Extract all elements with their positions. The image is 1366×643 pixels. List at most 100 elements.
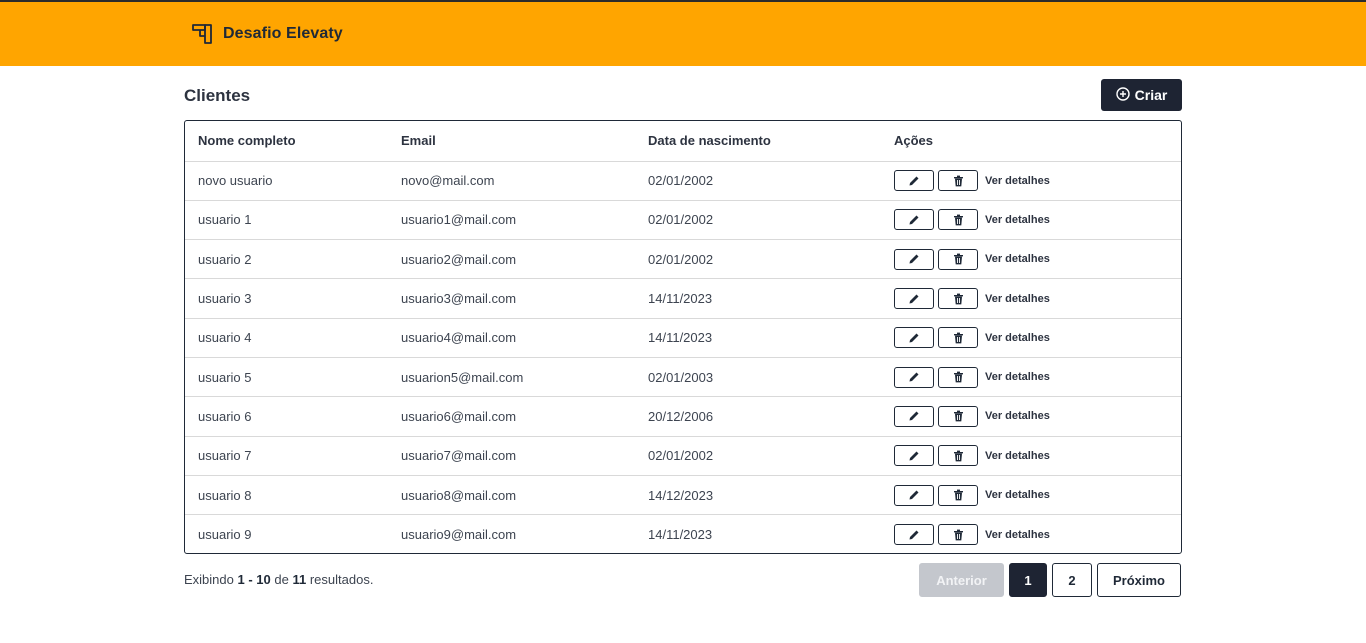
delete-button[interactable] (938, 524, 978, 546)
table-row: usuario 7 usuario7@mail.com 02/01/2002 Ver … (185, 436, 1181, 475)
cell-name: usuario 1 (198, 212, 252, 228)
delete-button[interactable] (938, 327, 978, 349)
row-actions: Ver detalhes (894, 288, 1181, 310)
trash-icon (953, 214, 964, 226)
cell-email: usuario4@mail.com (401, 330, 517, 346)
cell-birthdate: 02/01/2003 (648, 369, 714, 385)
row-actions: Ver detalhes (894, 484, 1181, 506)
table-row: usuario 2 usuario2@mail.com 02/01/2002 Ver … (185, 239, 1181, 279)
column-header-actions: Ações (894, 133, 934, 149)
pencil-icon (908, 332, 920, 344)
edit-button[interactable] (894, 484, 934, 506)
edit-button[interactable] (894, 327, 934, 349)
table-row: usuario 4 usuario4@mail.com 14/11/2023 Ver … (185, 318, 1181, 357)
trash-icon (953, 489, 964, 501)
pencil-icon (908, 371, 920, 383)
edit-button[interactable] (894, 209, 934, 231)
column-header-birthdate[interactable]: Data de nascimento (648, 121, 894, 161)
edit-button[interactable] (894, 170, 934, 192)
edit-button[interactable] (894, 248, 934, 270)
row-actions: Ver detalhes (894, 327, 1181, 349)
view-details-link[interactable]: Ver detalhes (985, 214, 1050, 226)
page-1-button[interactable]: 1 (1009, 563, 1047, 597)
cell-email: usuario7@mail.com (401, 448, 517, 464)
cell-birthdate: 20/12/2006 (648, 408, 714, 424)
delete-button[interactable] (938, 170, 978, 192)
view-details-link[interactable]: Ver detalhes (985, 410, 1050, 422)
table-header-row: Nome completo Email Data de nascimento A… (185, 121, 1181, 161)
pencil-icon (908, 450, 920, 462)
cell-name: usuario 8 (198, 487, 252, 503)
cell-name: usuario 9 (198, 527, 252, 543)
trash-icon (953, 293, 964, 305)
view-details-link[interactable]: Ver detalhes (985, 253, 1050, 265)
create-button[interactable]: Criar (1101, 79, 1182, 111)
view-details-link[interactable]: Ver detalhes (985, 489, 1050, 501)
page-title: Clientes (184, 86, 251, 105)
cell-email: usuario8@mail.com (401, 487, 517, 503)
pencil-icon (908, 253, 920, 265)
cell-actions: Ver detalhes (894, 240, 1181, 279)
cell-birthdate: 02/01/2002 (648, 212, 714, 228)
edit-button[interactable] (894, 366, 934, 388)
cell-name: usuario 2 (198, 251, 252, 267)
delete-button[interactable] (938, 248, 978, 270)
trash-icon (953, 410, 964, 422)
pagination: Anterior 1 2 Próximo (919, 563, 1181, 597)
cell-actions: Ver detalhes (894, 161, 1181, 200)
pencil-icon (908, 410, 920, 422)
view-details-link[interactable]: Ver detalhes (985, 450, 1050, 462)
edit-button[interactable] (894, 405, 934, 427)
cell-name: novo usuario (198, 173, 273, 189)
pencil-icon (908, 175, 920, 187)
clients-table: Nome completo Email Data de nascimento A… (184, 120, 1182, 554)
edit-button[interactable] (894, 524, 934, 546)
cell-email: usuario2@mail.com (401, 251, 517, 267)
row-actions: Ver detalhes (894, 405, 1181, 427)
delete-button[interactable] (938, 405, 978, 427)
plus-circle-icon (1115, 86, 1130, 104)
page-2-button[interactable]: 2 (1052, 563, 1092, 597)
delete-button[interactable] (938, 366, 978, 388)
view-details-link[interactable]: Ver detalhes (985, 332, 1050, 344)
edit-button[interactable] (894, 445, 934, 467)
cell-birthdate: 14/11/2023 (648, 527, 713, 543)
table-row: usuario 9 usuario9@mail.com 14/11/2023 Ver … (185, 514, 1181, 553)
cell-birthdate: 02/01/2002 (648, 251, 714, 267)
column-header-email[interactable]: Email (401, 121, 648, 161)
row-actions: Ver detalhes (894, 366, 1181, 388)
cell-birthdate: 02/01/2002 (648, 173, 714, 189)
view-details-link[interactable]: Ver detalhes (985, 293, 1050, 305)
cell-email: novo@mail.com (401, 173, 495, 189)
cell-actions: Ver detalhes (894, 200, 1181, 239)
brand[interactable]: Desafio Elevaty (191, 21, 343, 47)
cell-name: usuario 4 (198, 330, 252, 346)
trash-icon (953, 371, 964, 383)
cell-birthdate: 14/12/2023 (648, 487, 714, 503)
edit-button[interactable] (894, 288, 934, 310)
cell-email: usuario3@mail.com (401, 291, 517, 307)
cell-birthdate: 14/11/2023 (648, 291, 713, 307)
table-row: novo usuario novo@mail.com 02/01/2002 Ver d… (185, 161, 1181, 200)
delete-button[interactable] (938, 445, 978, 467)
table-row: usuario 8 usuario8@mail.com 14/12/2023 Ver … (185, 475, 1181, 514)
cell-actions: Ver detalhes (894, 357, 1181, 396)
cell-birthdate: 02/01/2002 (648, 448, 714, 464)
row-actions: Ver detalhes (894, 209, 1181, 231)
cell-name: usuario 7 (198, 448, 252, 464)
view-details-link[interactable]: Ver detalhes (985, 529, 1050, 541)
trash-icon (953, 253, 964, 265)
view-details-link[interactable]: Ver detalhes (985, 371, 1050, 383)
next-page-button[interactable]: Próximo (1097, 563, 1181, 597)
brand-name: Desafio Elevaty (223, 25, 343, 42)
row-actions: Ver detalhes (894, 248, 1181, 270)
delete-button[interactable] (938, 484, 978, 506)
cell-name: usuario 3 (198, 291, 252, 307)
cell-actions: Ver detalhes (894, 279, 1181, 318)
delete-button[interactable] (938, 209, 978, 231)
previous-page-button[interactable]: Anterior (919, 563, 1004, 597)
view-details-link[interactable]: Ver detalhes (985, 175, 1050, 187)
column-header-name[interactable]: Nome completo (185, 121, 401, 161)
delete-button[interactable] (938, 288, 978, 310)
table-row: usuario 6 usuario6@mail.com 20/12/2006 Ver … (185, 396, 1181, 436)
